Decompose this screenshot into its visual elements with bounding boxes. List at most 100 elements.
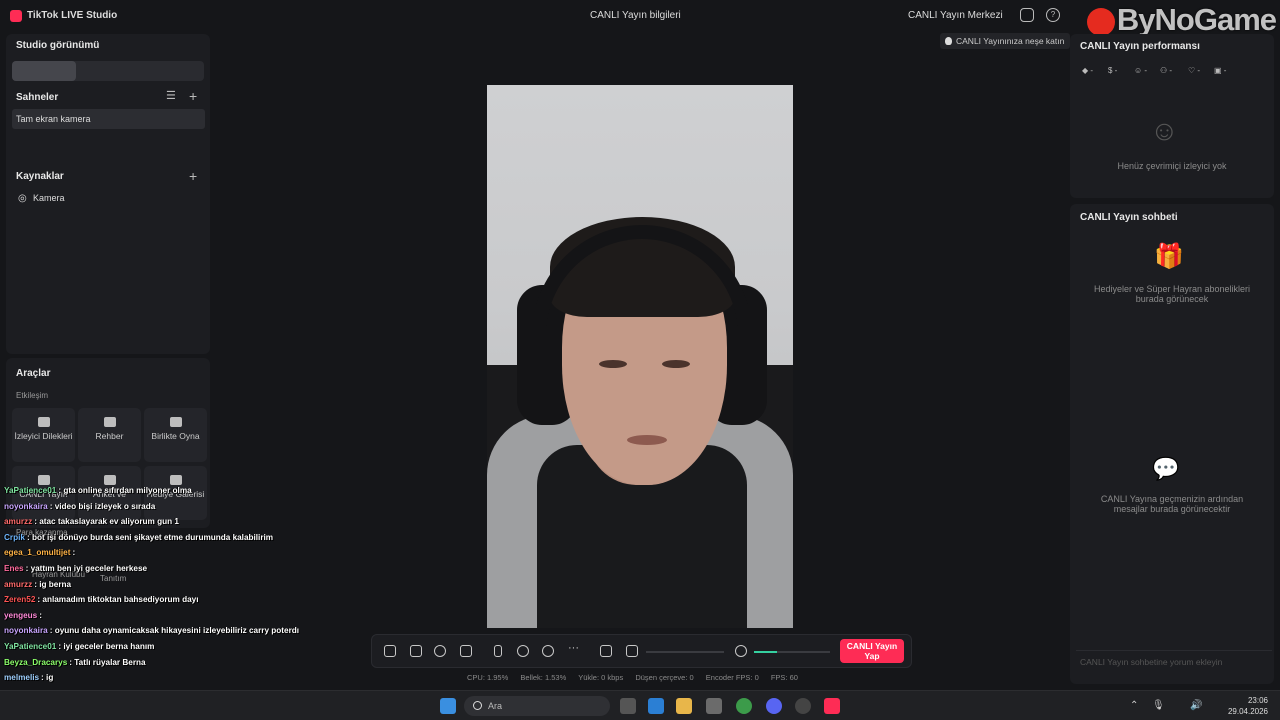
empty-viewers-icon: ☺ bbox=[1150, 115, 1179, 146]
mic-volume-fill bbox=[754, 651, 777, 653]
chat-message: : atac takaslayarak ev aliyorum gun 1 bbox=[34, 517, 179, 527]
chat-line: Zeren52: anlamadım tiktoktan bahsediyoru… bbox=[4, 595, 198, 604]
live-info-title[interactable]: CANLI Yayın bilgileri bbox=[590, 10, 681, 21]
likes-metric-icon[interactable]: ♡ - bbox=[1188, 66, 1200, 75]
chat-username: Crpik bbox=[4, 532, 25, 542]
chrome-icon[interactable] bbox=[736, 698, 752, 714]
effects-icon[interactable] bbox=[410, 645, 422, 657]
promotion-label: Tanıtım bbox=[100, 574, 127, 583]
chat-username: Beyza_Dracarys bbox=[4, 657, 68, 667]
more-icon[interactable]: ··· bbox=[568, 642, 580, 654]
mic-volume-slider[interactable] bbox=[754, 651, 830, 653]
chat-message: : bbox=[72, 548, 76, 558]
add-source-icon[interactable]: + bbox=[189, 168, 197, 184]
chat-username: melmelis bbox=[4, 673, 40, 683]
app-icon[interactable] bbox=[648, 698, 664, 714]
tool-viewer-requests[interactable]: İzleyici Dilekleri bbox=[12, 408, 75, 462]
help-icon[interactable]: ? bbox=[1046, 8, 1060, 22]
tool-play-together[interactable]: Birlikte Oyna bbox=[144, 408, 207, 462]
tray-volume-icon[interactable]: 🔊 bbox=[1190, 700, 1202, 711]
phone-icon[interactable] bbox=[494, 645, 502, 657]
list-icon[interactable]: ☰ bbox=[166, 89, 176, 102]
windows-start-icon[interactable] bbox=[440, 698, 456, 714]
add-media-icon[interactable] bbox=[460, 645, 472, 657]
poll-icon bbox=[103, 475, 116, 485]
studio-view-title[interactable]: Studio görünümü bbox=[16, 40, 99, 51]
store-icon[interactable] bbox=[706, 698, 722, 714]
chat-username: amurzz bbox=[4, 517, 33, 527]
chat-message: : gta online sıfırdan milyoner olma bbox=[58, 486, 192, 495]
chat-line: egea_1_omultijet: bbox=[4, 548, 75, 557]
tiktok-logo-icon bbox=[10, 10, 22, 22]
gifts-metric-icon[interactable]: ▣ - bbox=[1214, 66, 1226, 75]
tray-mic-icon[interactable]: 🎙 bbox=[1152, 700, 1165, 711]
no-viewers-text: Henüz çevrimiçi izleyici yok bbox=[1117, 161, 1227, 171]
chat-message: : bbox=[39, 610, 42, 620]
chat-message: : Tatlı rüyalar Berna bbox=[69, 657, 146, 667]
chat-line: amurzz: atac takaslayarak ev aliyorum gu… bbox=[4, 517, 179, 526]
tool-guide[interactable]: Rehber bbox=[78, 408, 141, 462]
chat-line: Beyza_Dracarys: Tatlı rüyalar Berna bbox=[4, 658, 146, 667]
portrait-option[interactable] bbox=[12, 61, 76, 81]
dual-option[interactable] bbox=[140, 61, 204, 81]
scenes-title: Sahneler bbox=[16, 92, 59, 103]
diamond-metric-icon[interactable]: ◆ - bbox=[1082, 66, 1093, 75]
chat-message: : anlamadım tiktoktan bahsediyorum dayı bbox=[37, 595, 199, 605]
stat-cpu: CPU: 1.95% bbox=[467, 673, 509, 682]
speaker-icon[interactable] bbox=[626, 645, 638, 657]
screenshot-icon[interactable] bbox=[542, 645, 554, 657]
chat-message: : oyunu daha oynamicaksak hikayesini izl… bbox=[49, 626, 300, 636]
preview-mouth bbox=[627, 435, 667, 445]
camera-icon: ◎ bbox=[18, 193, 27, 204]
live-chat-title: CANLI Yayın sohbeti bbox=[1080, 212, 1178, 223]
chat-line: yengeus: bbox=[4, 611, 42, 620]
chat-input[interactable]: CANLI Yayın sohbetine yorum ekleyin bbox=[1076, 650, 1272, 672]
scene-item[interactable]: Tam ekran kamera bbox=[12, 109, 205, 129]
chat-username: Enes bbox=[4, 564, 24, 573]
control-bar: ··· CANLI Yayın Yap bbox=[371, 634, 912, 668]
task-view-icon[interactable] bbox=[620, 698, 636, 714]
coin-metric-icon[interactable]: $ - bbox=[1108, 66, 1117, 75]
chat-line: YaPatience01: iyi geceler berna hanım bbox=[4, 642, 154, 651]
live-icon bbox=[37, 475, 50, 485]
tools-subtitle: Etkileşim bbox=[16, 391, 49, 400]
speaker-volume-slider[interactable] bbox=[646, 651, 724, 653]
obs-icon[interactable] bbox=[795, 698, 811, 714]
landscape-option[interactable] bbox=[76, 61, 140, 81]
go-live-button[interactable]: CANLI Yayın Yap bbox=[840, 639, 904, 663]
preview-eye-left bbox=[599, 360, 627, 368]
stat-upload: Yükle: 0 kbps bbox=[578, 673, 624, 682]
followers-metric-icon[interactable]: ⚇ - bbox=[1160, 66, 1172, 75]
tray-chevron-icon[interactable]: ⌃ bbox=[1130, 700, 1138, 711]
orientation-toggle bbox=[12, 61, 204, 81]
viewers-metric-icon[interactable]: ☺ - bbox=[1134, 66, 1147, 75]
taskbar-clock[interactable]: 23:06 29.04.2026 bbox=[1228, 695, 1268, 717]
live-chat-panel bbox=[1070, 204, 1274, 684]
file-explorer-icon[interactable] bbox=[676, 698, 692, 714]
taskbar-search[interactable]: Ara bbox=[464, 696, 610, 716]
chat-message: : bot işi dönüyo burda seni şikayet etme… bbox=[26, 532, 274, 542]
chat-message: : ig bbox=[41, 673, 54, 683]
bell-icon[interactable] bbox=[1020, 8, 1034, 22]
clock-date: 29.04.2026 bbox=[1227, 707, 1268, 716]
microphone-icon[interactable] bbox=[735, 645, 747, 657]
chat-username: yengeus bbox=[4, 610, 38, 620]
tiktok-icon[interactable] bbox=[824, 698, 840, 714]
discord-icon[interactable] bbox=[766, 698, 782, 714]
joystick-icon bbox=[169, 417, 182, 427]
chat-username: noyonkaira bbox=[4, 626, 48, 636]
record-icon[interactable] bbox=[517, 645, 529, 657]
chat-line: amurzz: ig berna bbox=[4, 580, 71, 589]
settings-sliders-icon[interactable] bbox=[600, 645, 612, 657]
live-center-link[interactable]: CANLI Yayın Merkezi bbox=[908, 10, 1003, 21]
source-item-camera[interactable]: Kamera bbox=[33, 193, 65, 203]
ai-icon[interactable] bbox=[434, 645, 446, 657]
chat-line: Crpik: bot işi dönüyo burda seni şikayet… bbox=[4, 533, 273, 542]
windows-taskbar: Ara ⌃ 🎙 🔊 23:06 29.04.2026 bbox=[0, 690, 1280, 720]
camera-preview[interactable] bbox=[487, 85, 793, 628]
magic-icon[interactable] bbox=[384, 645, 396, 657]
add-scene-icon[interactable]: + bbox=[189, 88, 197, 104]
stat-dropped-frames: Düşen çerçeve: 0 bbox=[635, 673, 694, 682]
tiktok-live-studio-window: TikTok LIVE Studio CANLI Yayın bilgileri… bbox=[0, 0, 1280, 713]
tip-banner[interactable]: CANLI Yayınınıza neşe katın bbox=[940, 33, 1071, 49]
